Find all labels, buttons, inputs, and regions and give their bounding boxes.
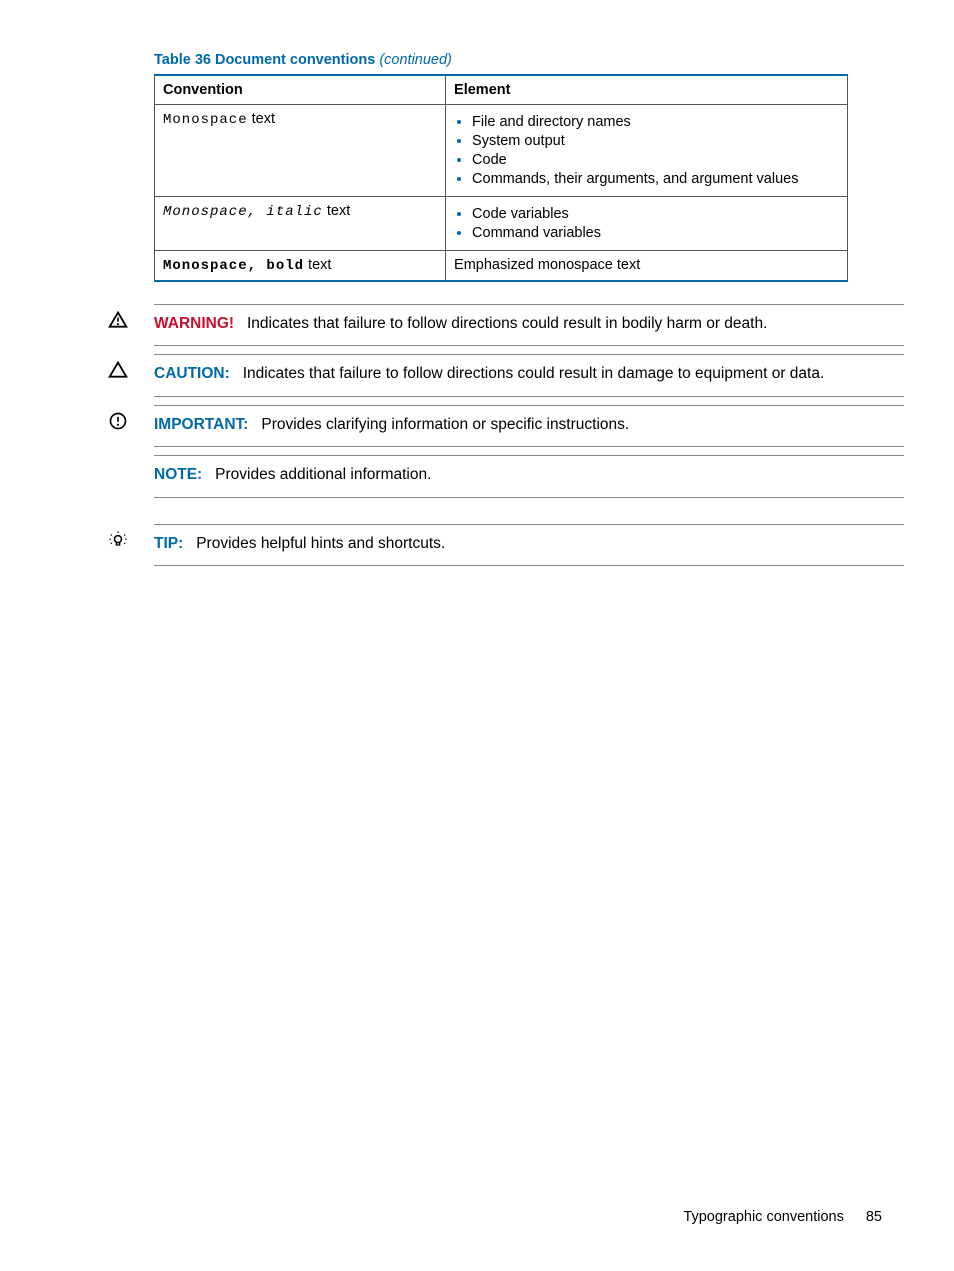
footer-page-number: 85 (866, 1209, 882, 1225)
caution-text: Indicates that failure to follow directi… (243, 365, 825, 382)
tip-icon (108, 524, 154, 550)
footer-section: Typographic conventions (683, 1209, 843, 1225)
col-convention: Convention (155, 75, 446, 105)
cell-element: Emphasized monospace text (446, 251, 848, 282)
table-caption: Table 36 Document conventions (continued… (154, 52, 904, 68)
table-header-row: Convention Element (155, 75, 848, 105)
bullet-list: File and directory names System output C… (454, 114, 839, 187)
list-item: Code (472, 152, 839, 168)
mono-italic-text: Monospace, italic (163, 204, 323, 220)
list-item: Commands, their arguments, and argument … (472, 171, 839, 187)
admonition-important: IMPORTANT: Provides clarifying informati… (108, 405, 904, 447)
cell-convention: Monospace, bold text (155, 251, 446, 282)
caption-title: Table 36 Document conventions (154, 52, 375, 68)
caption-continued: (continued) (379, 52, 452, 68)
admonition-caution: CAUTION: Indicates that failure to follo… (108, 354, 904, 396)
note-text: Provides additional information. (215, 466, 431, 483)
important-text: Provides clarifying information or speci… (261, 416, 629, 433)
table-row: Monospace text File and directory names … (155, 105, 848, 197)
conventions-table: Convention Element Monospace text File a… (154, 74, 848, 282)
table-row: Monospace, bold text Emphasized monospac… (155, 251, 848, 282)
note-icon (108, 455, 154, 461)
important-icon (108, 405, 154, 431)
admonition-note: NOTE: Provides additional information. (108, 455, 904, 497)
warning-icon (108, 304, 154, 330)
mono-text: Monospace (163, 112, 248, 128)
cell-convention: Monospace, italic text (155, 197, 446, 251)
tip-label: TIP: (154, 535, 183, 552)
page-footer: Typographic conventions 85 (683, 1209, 882, 1225)
caution-label: CAUTION: (154, 365, 230, 382)
cell-element: File and directory names System output C… (446, 105, 848, 197)
table-row: Monospace, italic text Code variables Co… (155, 197, 848, 251)
note-label: NOTE: (154, 466, 202, 483)
warning-text: Indicates that failure to follow directi… (247, 315, 767, 332)
tip-text: Provides helpful hints and shortcuts. (196, 535, 445, 552)
cell-element: Code variables Command variables (446, 197, 848, 251)
list-item: File and directory names (472, 114, 839, 130)
important-label: IMPORTANT: (154, 416, 248, 433)
list-item: Command variables (472, 225, 839, 241)
caution-icon (108, 354, 154, 380)
list-item: System output (472, 133, 839, 149)
bullet-list: Code variables Command variables (454, 206, 839, 241)
col-element: Element (446, 75, 848, 105)
cell-convention: Monospace text (155, 105, 446, 197)
admonition-tip: TIP: Provides helpful hints and shortcut… (108, 524, 904, 566)
list-item: Code variables (472, 206, 839, 222)
warning-label: WARNING! (154, 315, 234, 332)
admonition-warning: WARNING! Indicates that failure to follo… (108, 304, 904, 346)
mono-bold-text: Monospace, bold (163, 258, 304, 274)
